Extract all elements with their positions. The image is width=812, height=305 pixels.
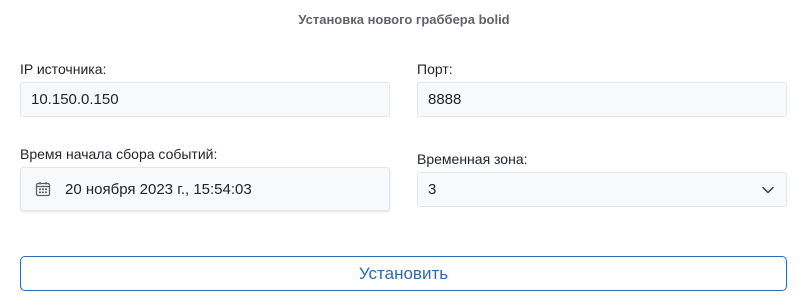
grabber-setup-form: Установка нового граббера bolid IP источ… xyxy=(0,0,812,305)
start-time-value: 20 ноября 2023 г., 15:54:03 xyxy=(65,180,252,198)
timezone-value: 3 xyxy=(428,181,437,198)
start-time-picker[interactable]: 20 ноября 2023 г., 15:54:03 xyxy=(20,167,390,211)
port-input[interactable]: 8888 xyxy=(417,82,787,117)
ip-input[interactable]: 10.150.0.150 xyxy=(20,82,390,117)
calendar-icon[interactable] xyxy=(35,181,51,197)
port-label: Порт: xyxy=(417,61,453,77)
port-value: 8888 xyxy=(428,91,462,108)
form-title: Установка нового граббера bolid xyxy=(298,12,510,27)
ip-value: 10.150.0.150 xyxy=(31,91,119,108)
chevron-down-icon[interactable] xyxy=(761,183,775,197)
ip-label: IP источника: xyxy=(20,61,107,77)
start-time-label: Время начала сбора событий: xyxy=(20,146,218,162)
timezone-select[interactable]: 3 xyxy=(417,172,787,207)
timezone-label: Временная зона: xyxy=(417,151,528,167)
install-button[interactable]: Установить xyxy=(20,256,787,291)
